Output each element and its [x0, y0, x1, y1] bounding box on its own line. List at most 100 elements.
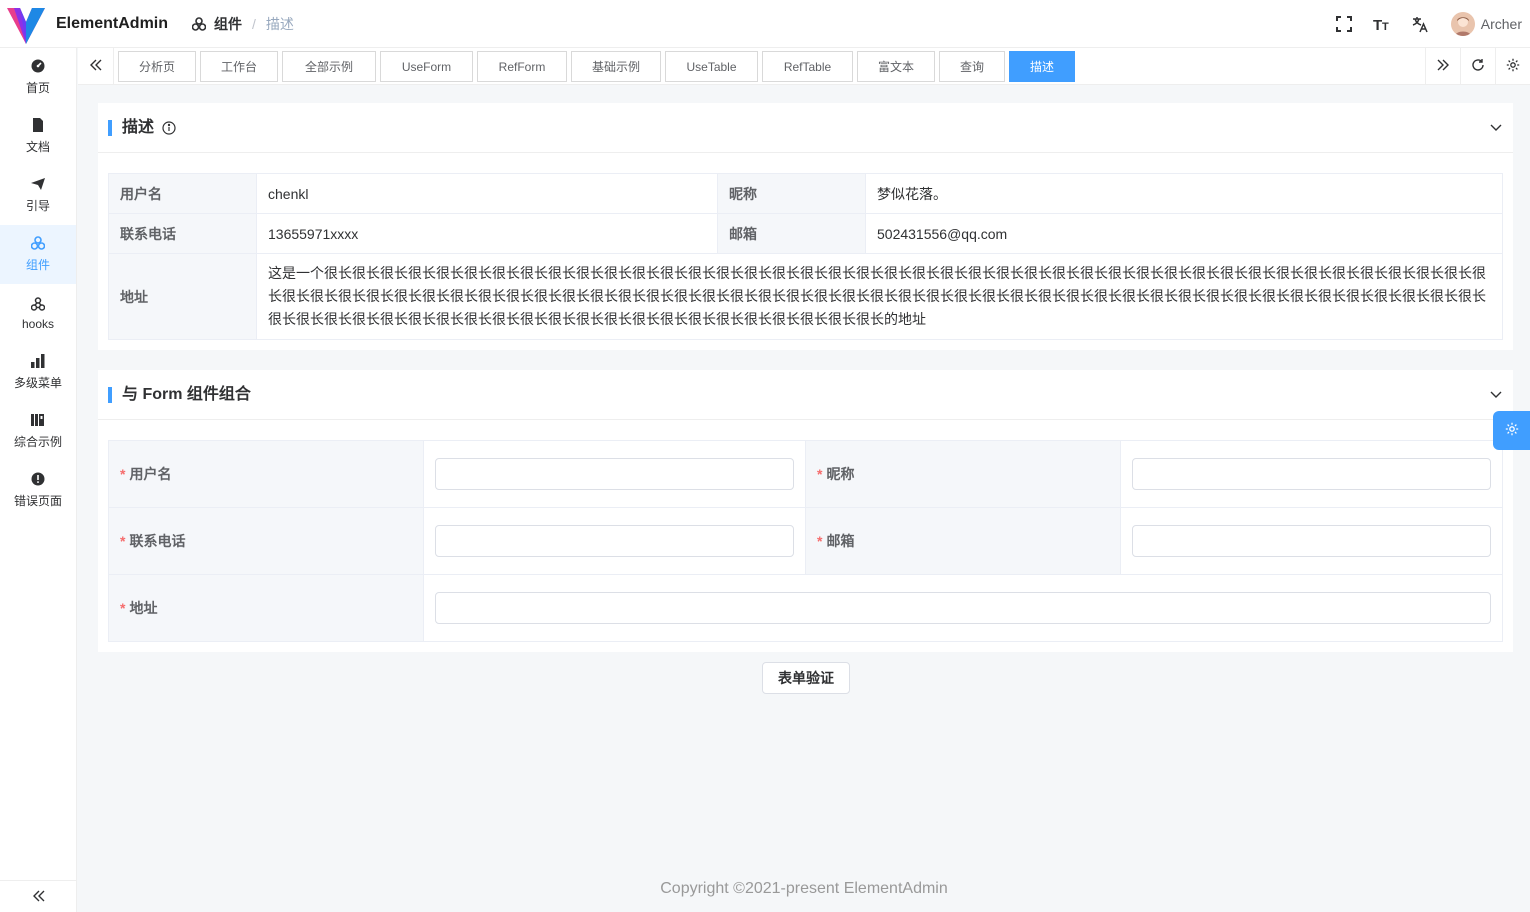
- sidebar-item-label: 组件: [25, 258, 50, 272]
- header-tools: TT Archer: [1325, 0, 1522, 48]
- tags-scroll-right-button[interactable]: [1425, 48, 1460, 84]
- floating-settings-button[interactable]: [1493, 411, 1530, 450]
- table-row: 用户名 chenkl 昵称 梦似花落。: [108, 173, 1503, 214]
- nickname-field-cell: [1120, 440, 1503, 508]
- tags-scroll-left-button[interactable]: [78, 48, 114, 84]
- nickname-label: 昵称: [717, 173, 866, 214]
- sidebar-item-examples[interactable]: 综合示例: [0, 402, 76, 461]
- tags-view-bar: 分析页 工作台 全部示例 UseForm RefForm 基础示例 UseTab…: [78, 48, 1530, 85]
- tags-list: 分析页 工作台 全部示例 UseForm RefForm 基础示例 UseTab…: [118, 51, 1079, 82]
- gear-icon: [1506, 58, 1520, 75]
- document-icon: [31, 118, 45, 132]
- phone-value: 13655971xxxx: [256, 213, 718, 254]
- app-title: ElementAdmin: [56, 14, 169, 32]
- required-mark: *: [120, 533, 126, 549]
- sidebar-item-docs[interactable]: 文档: [0, 107, 76, 166]
- phone-label: 联系电话: [108, 213, 257, 254]
- address-input[interactable]: [435, 592, 1491, 624]
- address-field-label-text: 地址: [129, 600, 158, 616]
- sidebar-item-home[interactable]: 首页: [0, 48, 76, 107]
- required-mark: *: [120, 466, 126, 482]
- address-label: 地址: [108, 253, 257, 340]
- email-field-label: * 邮箱: [805, 507, 1121, 575]
- tag-basic-examples[interactable]: 基础示例: [571, 51, 661, 82]
- table-row: * 地址: [108, 574, 1503, 642]
- font-size-icon[interactable]: TT: [1372, 14, 1392, 34]
- nickname-value: 梦似花落。: [865, 173, 1503, 214]
- sidebar-item-guide[interactable]: 引导: [0, 166, 76, 225]
- tag-refform[interactable]: RefForm: [477, 51, 567, 82]
- footer-copyright: Copyright ©2021-present ElementAdmin: [660, 880, 948, 897]
- form-card: 与 Form 组件组合 * 用户名 * 昵称 * 联系电话 * 邮箱 * 地址: [98, 370, 1513, 652]
- form-table: * 用户名 * 昵称 * 联系电话 * 邮箱 * 地址: [108, 440, 1503, 642]
- email-label: 邮箱: [717, 213, 866, 254]
- tag-query[interactable]: 查询: [939, 51, 1005, 82]
- sidebar-menu: 首页 文档 引导 组件 hooks 多级菜单 综合示例 错误页面: [0, 48, 77, 912]
- phone-input[interactable]: [435, 525, 794, 557]
- email-value: 502431556@qq.com: [865, 213, 1503, 254]
- sidebar-item-label: 首页: [25, 81, 50, 95]
- chevron-down-icon[interactable]: [1489, 387, 1503, 401]
- address-field-cell: [423, 574, 1503, 642]
- tag-reftable[interactable]: RefTable: [762, 51, 853, 82]
- refresh-button[interactable]: [1460, 48, 1495, 84]
- top-header: ElementAdmin 组件 / 描述 TT Archer: [0, 0, 1530, 48]
- user-avatar[interactable]: [1450, 12, 1475, 36]
- tags-settings-button[interactable]: [1495, 48, 1530, 84]
- sidebar-item-components[interactable]: 组件: [0, 225, 76, 284]
- tag-workplace[interactable]: 工作台: [200, 51, 278, 82]
- user-name[interactable]: Archer: [1481, 16, 1522, 32]
- email-field-cell: [1120, 507, 1503, 575]
- nickname-input[interactable]: [1132, 458, 1491, 490]
- sidebar-item-error-pages[interactable]: 错误页面: [0, 461, 76, 520]
- sidebar-item-label: 综合示例: [13, 435, 62, 449]
- tag-description[interactable]: 描述: [1009, 51, 1075, 82]
- info-icon[interactable]: [162, 120, 176, 135]
- tag-all-examples[interactable]: 全部示例: [282, 51, 376, 82]
- form-card-title: 与 Form 组件组合: [108, 386, 251, 403]
- sidebar-item-hooks[interactable]: hooks: [0, 284, 76, 343]
- sidebar-collapse-button[interactable]: [0, 880, 77, 912]
- description-card-title: 描述: [108, 118, 176, 136]
- description-table: 用户名 chenkl 昵称 梦似花落。 联系电话 13655971xxxx 邮箱…: [108, 173, 1503, 340]
- table-row: * 联系电话 * 邮箱: [108, 507, 1503, 575]
- sidebar-item-multilevel-menu[interactable]: 多级菜单: [0, 343, 76, 402]
- tag-usetable[interactable]: UseTable: [665, 51, 758, 82]
- translate-icon[interactable]: [1410, 14, 1430, 34]
- table-row: * 用户名 * 昵称: [108, 440, 1503, 508]
- username-field-label-text: 用户名: [129, 466, 172, 482]
- bar-chart-icon: [31, 354, 45, 368]
- email-input[interactable]: [1132, 525, 1491, 557]
- sidebar-item-label: 错误页面: [13, 494, 62, 508]
- address-field-label: * 地址: [108, 574, 424, 642]
- breadcrumb-item-components[interactable]: 组件: [214, 14, 242, 34]
- username-label: 用户名: [108, 173, 257, 214]
- description-title-text: 描述: [122, 118, 155, 136]
- description-card: 描述 用户名 chenkl 昵称 梦似花落。 联系电话 13655971xxxx…: [98, 103, 1513, 350]
- breadcrumb-separator: /: [252, 15, 256, 32]
- components-icon: [31, 236, 45, 250]
- phone-field-label-text: 联系电话: [129, 533, 186, 549]
- form-card-header: 与 Form 组件组合: [98, 370, 1513, 420]
- tag-useform[interactable]: UseForm: [380, 51, 473, 82]
- nickname-field-label-text: 昵称: [826, 466, 855, 482]
- error-icon: [31, 472, 45, 486]
- fullscreen-icon[interactable]: [1334, 14, 1354, 34]
- chevron-down-icon[interactable]: [1489, 120, 1503, 134]
- validate-form-button[interactable]: 表单验证: [762, 662, 850, 694]
- required-mark: *: [817, 533, 823, 549]
- phone-field-cell: [423, 507, 806, 575]
- tag-analysis[interactable]: 分析页: [118, 51, 196, 82]
- tag-rich-text[interactable]: 富文本: [857, 51, 935, 82]
- email-field-label-text: 邮箱: [826, 533, 855, 549]
- username-input[interactable]: [435, 458, 794, 490]
- double-chevron-left-icon: [32, 889, 45, 905]
- app-logo[interactable]: [6, 4, 46, 44]
- phone-field-label: * 联系电话: [108, 507, 424, 575]
- sidebar-item-label: hooks: [21, 316, 55, 331]
- description-card-header: 描述: [98, 103, 1513, 153]
- gear-icon: [1505, 422, 1519, 439]
- address-value: 这是一个很长很长很长很长很长很长很长很长很长很长很长很长很长很长很长很长很长很长…: [256, 253, 1503, 340]
- send-icon: [31, 177, 45, 191]
- dashboard-icon: [31, 59, 45, 73]
